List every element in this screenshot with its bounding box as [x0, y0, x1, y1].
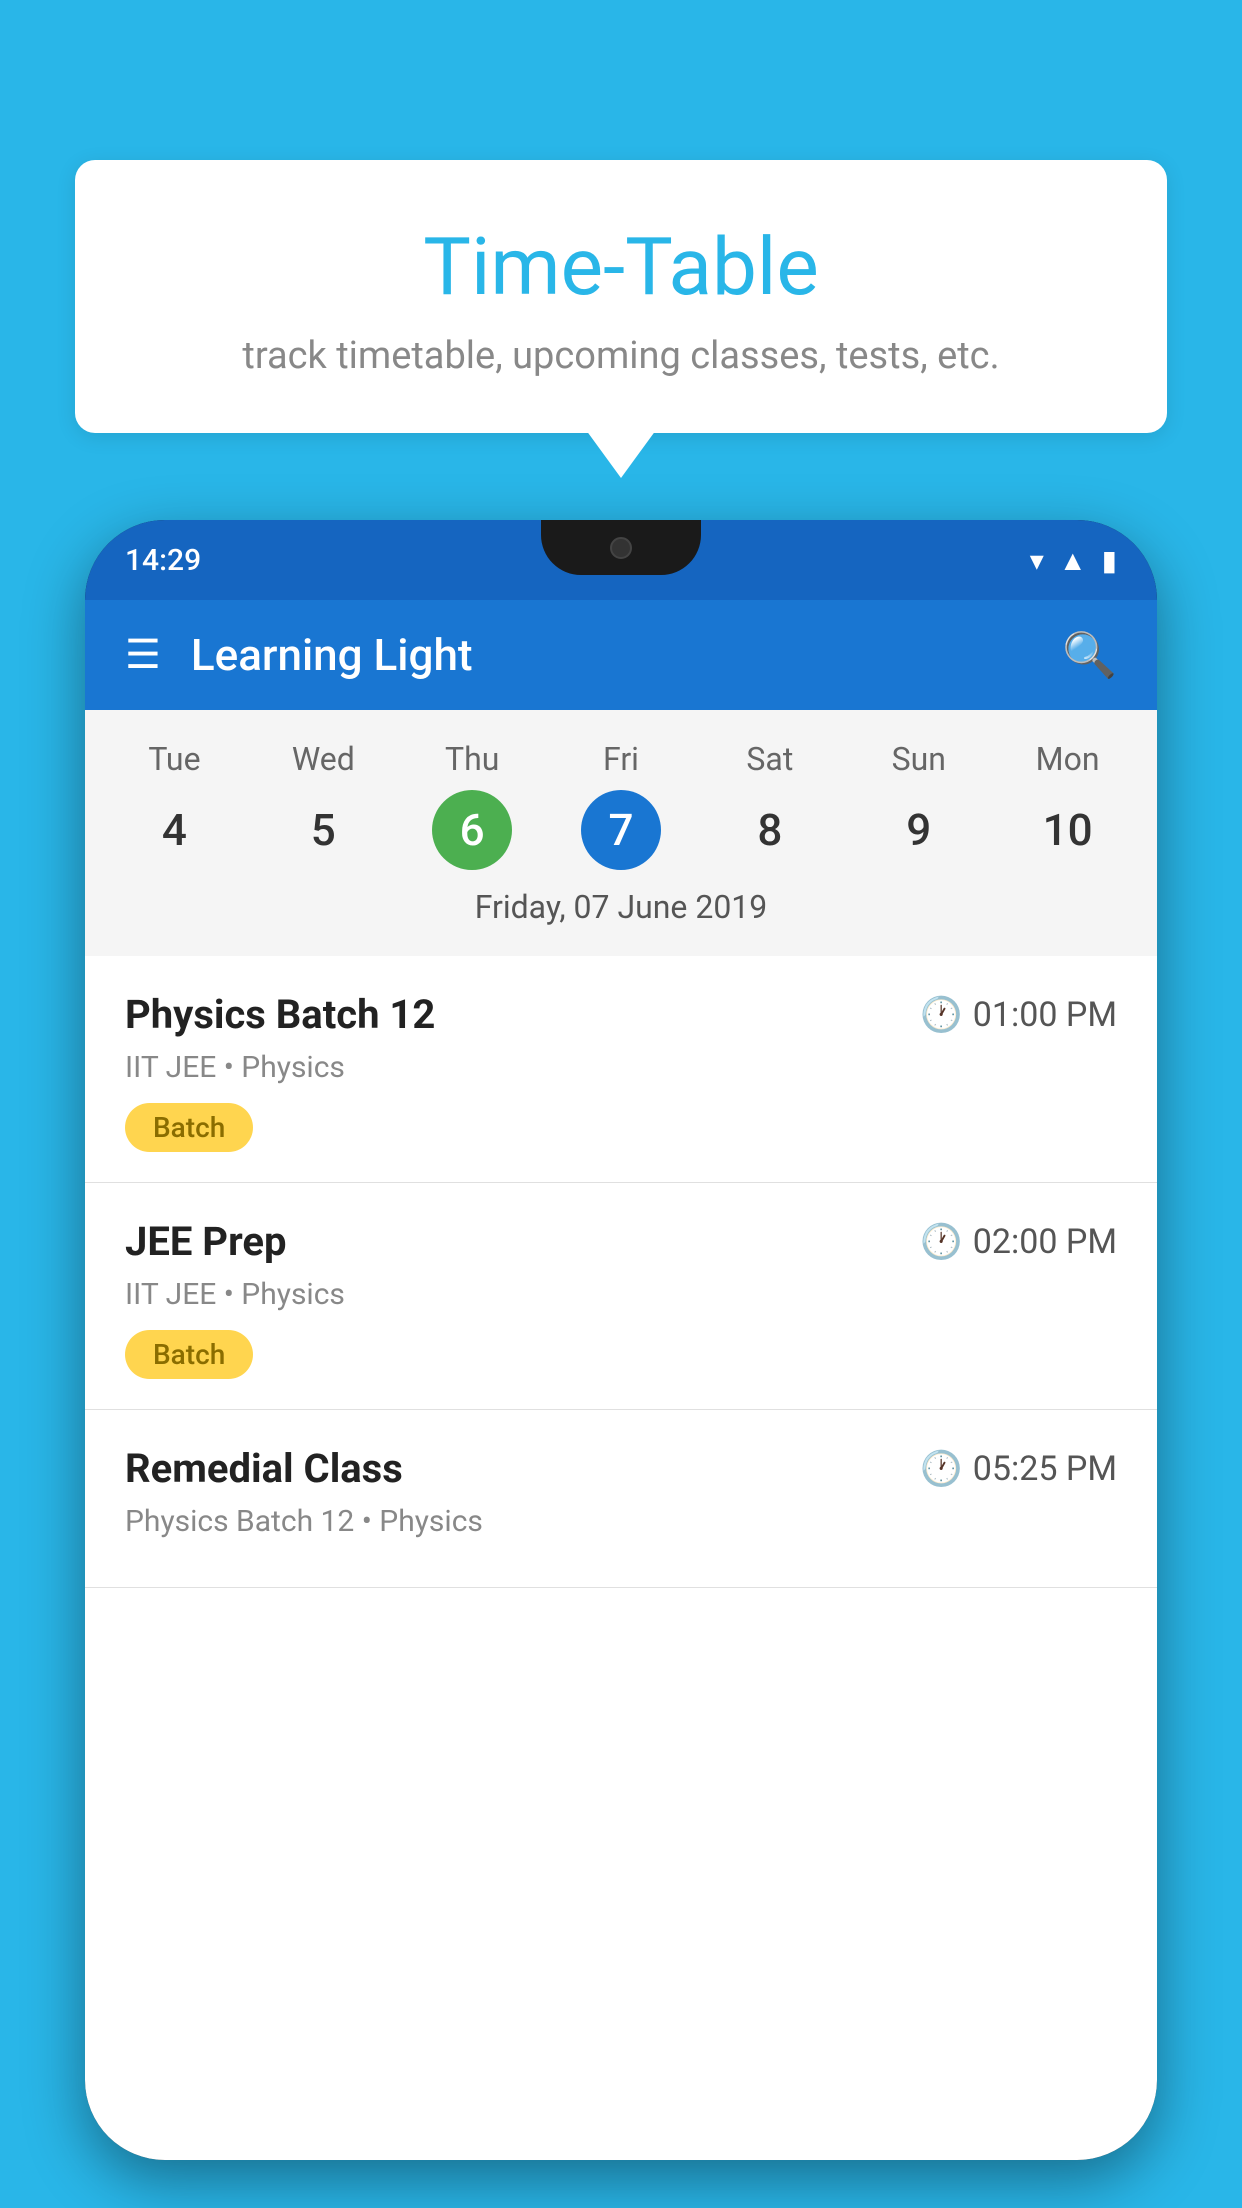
notch — [541, 520, 701, 575]
status-icons: ▾ ▲ ▮ — [1030, 544, 1117, 577]
app-bar-left: ☰ Learning Light — [125, 629, 473, 681]
day-label: Sat — [746, 740, 793, 778]
day-column[interactable]: Sun 9 — [844, 740, 993, 870]
signal-icon: ▲ — [1059, 544, 1087, 577]
day-column[interactable]: Wed 5 — [249, 740, 398, 870]
batch-tag: Batch — [125, 1103, 253, 1152]
schedule-list: Physics Batch 12 🕐 01:00 PM IIT JEE • Physi… — [85, 956, 1157, 1588]
wifi-icon: ▾ — [1030, 544, 1044, 577]
calendar-strip: Tue 4 Wed 5 Thu 6 Fri 7 Sat 8 Sun 9 Mon 10 Friday, 07… — [85, 710, 1157, 956]
menu-icon[interactable]: ☰ — [125, 635, 161, 675]
day-label: Wed — [292, 740, 355, 778]
phone-mockup: 14:29 ▾ ▲ ▮ ☰ Learning Light 🔍 Tue 4 — [85, 520, 1157, 2160]
time-value: 05:25 PM — [973, 1449, 1117, 1489]
time-value: 01:00 PM — [973, 995, 1117, 1035]
day-label: Thu — [445, 740, 499, 778]
day-column[interactable]: Tue 4 — [100, 740, 249, 870]
schedule-item-header: Physics Batch 12 🕐 01:00 PM — [125, 991, 1117, 1038]
day-number[interactable]: 9 — [879, 790, 959, 870]
bubble-title: Time-Table — [125, 220, 1117, 314]
day-number[interactable]: 7 — [581, 790, 661, 870]
time-value: 02:00 PM — [973, 1222, 1117, 1262]
day-number[interactable]: 10 — [1028, 790, 1108, 870]
day-column[interactable]: Sat 8 — [695, 740, 844, 870]
camera — [610, 537, 632, 559]
schedule-item[interactable]: JEE Prep 🕐 02:00 PM IIT JEE • Physics Batch — [85, 1183, 1157, 1410]
schedule-item[interactable]: Physics Batch 12 🕐 01:00 PM IIT JEE • Physi… — [85, 956, 1157, 1183]
app-bar: ☰ Learning Light 🔍 — [85, 600, 1157, 710]
phone-wrapper: 14:29 ▾ ▲ ▮ ☰ Learning Light 🔍 Tue 4 — [85, 520, 1157, 2208]
speech-bubble-container: Time-Table track timetable, upcoming cla… — [75, 160, 1167, 433]
day-label: Mon — [1036, 740, 1100, 778]
schedule-time: 🕐 05:25 PM — [920, 1449, 1117, 1489]
schedule-item-header: JEE Prep 🕐 02:00 PM — [125, 1218, 1117, 1265]
search-icon[interactable]: 🔍 — [1062, 629, 1117, 681]
selected-date-label: Friday, 07 June 2019 — [85, 880, 1157, 946]
schedule-subtitle: Physics Batch 12 • Physics — [125, 1504, 1117, 1539]
clock-icon: 🕐 — [920, 1222, 962, 1262]
bubble-subtitle: track timetable, upcoming classes, tests… — [125, 334, 1117, 378]
schedule-subtitle: IIT JEE • Physics — [125, 1277, 1117, 1312]
day-number[interactable]: 4 — [134, 790, 214, 870]
schedule-subtitle: IIT JEE • Physics — [125, 1050, 1117, 1085]
day-label: Tue — [148, 740, 200, 778]
day-number[interactable]: 5 — [283, 790, 363, 870]
day-column[interactable]: Mon 10 — [993, 740, 1142, 870]
status-time: 14:29 — [125, 543, 201, 578]
phone-screen: ☰ Learning Light 🔍 Tue4Wed5Thu6Fri7Sat8S… — [85, 600, 1157, 2160]
schedule-title: Physics Batch 12 — [125, 991, 435, 1038]
batch-tag: Batch — [125, 1330, 253, 1379]
battery-icon: ▮ — [1102, 544, 1117, 577]
schedule-time: 🕐 02:00 PM — [920, 1222, 1117, 1262]
schedule-item-header: Remedial Class 🕐 05:25 PM — [125, 1445, 1117, 1492]
speech-bubble: Time-Table track timetable, upcoming cla… — [75, 160, 1167, 433]
schedule-title: JEE Prep — [125, 1218, 286, 1265]
schedule-item[interactable]: Remedial Class 🕐 05:25 PM Physics Batch 12 … — [85, 1410, 1157, 1588]
days-row: Tue 4 Wed 5 Thu 6 Fri 7 Sat 8 Sun 9 Mon 10 — [85, 730, 1157, 880]
schedule-time: 🕐 01:00 PM — [920, 995, 1117, 1035]
day-column[interactable]: Thu 6 — [398, 740, 547, 870]
day-number[interactable]: 6 — [432, 790, 512, 870]
schedule-title: Remedial Class — [125, 1445, 403, 1492]
app-title: Learning Light — [191, 629, 473, 681]
day-label: Sun — [892, 740, 946, 778]
clock-icon: 🕐 — [920, 1449, 962, 1489]
day-label: Fri — [603, 740, 639, 778]
day-column[interactable]: Fri 7 — [547, 740, 696, 870]
status-bar: 14:29 ▾ ▲ ▮ — [85, 520, 1157, 600]
clock-icon: 🕐 — [920, 995, 962, 1035]
day-number[interactable]: 8 — [730, 790, 810, 870]
